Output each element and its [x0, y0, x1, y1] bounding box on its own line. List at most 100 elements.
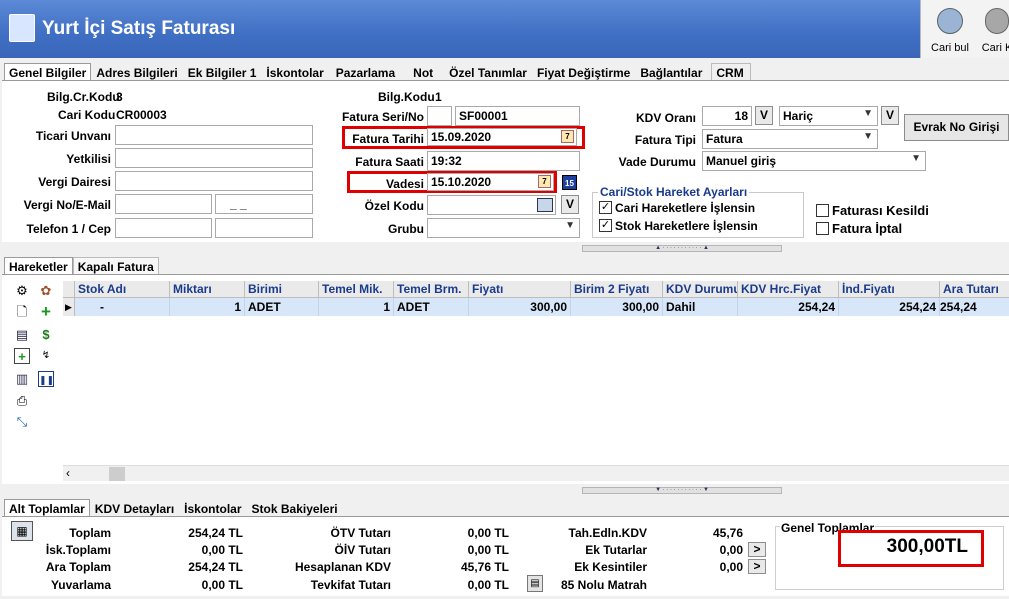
vade-durumu-label: Vade Durumu [618, 155, 696, 169]
fatura-saati-input[interactable]: 19:32 [427, 151, 580, 171]
cell-miktari[interactable]: 1 [170, 298, 245, 316]
toolbar: Cari bul Cari K [920, 0, 1009, 58]
otv-label: ÖTV Tutarı [330, 526, 391, 540]
cell-temel-brm[interactable]: ADET [394, 298, 469, 316]
col-ind-fiyati[interactable]: İnd.Fiyatı [839, 281, 940, 298]
add-row-icon[interactable]: + [14, 348, 30, 364]
fatura-no-input[interactable]: SF00001 [455, 106, 580, 126]
cell-ara-tutari[interactable]: 254,24 [940, 298, 1009, 316]
gear-icon[interactable]: ⚙ [14, 283, 30, 299]
cari-k-button[interactable]: Cari K [977, 4, 1009, 56]
tevkifat-detail-icon[interactable]: ▤ [527, 575, 543, 592]
oiv-value: 0,00 TL [467, 543, 509, 557]
cell-temel-mik[interactable]: 1 [319, 298, 394, 316]
yuvarlama-label: Yuvarlama [50, 578, 111, 592]
link-icon[interactable]: ⤡ [14, 414, 30, 430]
ozel-kodu-input[interactable] [427, 195, 556, 215]
col-temel-mik[interactable]: Temel Mik. [319, 281, 394, 298]
new-document-icon[interactable]: 🗋 [14, 304, 30, 320]
toplam-label: Toplam [69, 526, 111, 540]
kdv-type-select[interactable]: Hariç ▼ [779, 106, 878, 126]
print-icon[interactable]: ⎙ [14, 393, 30, 409]
cell-birim2-fiyati[interactable]: 300,00 [571, 298, 663, 316]
cell-kdv-hrc-fiyat[interactable]: 254,24 [738, 298, 839, 316]
col-birim2-fiyati[interactable]: Birim 2 Fiyatı [571, 281, 663, 298]
col-kdv-durumu[interactable]: KDV Durumu [663, 281, 738, 298]
stok-hareket-checkbox[interactable]: ✓ [599, 219, 612, 232]
yetkilisi-input[interactable] [115, 148, 313, 168]
grubu-select[interactable]: ▼ [427, 218, 580, 238]
splitter-bottom[interactable]: ▼ · · · · · · · · · · · ▼ [582, 487, 782, 494]
cell-stok-adi[interactable]: - [75, 298, 170, 316]
faturasi-kesildi-checkbox[interactable] [816, 204, 829, 217]
vadesi-label: Vadesi [385, 177, 424, 191]
scroll-left-icon[interactable]: ‹ [66, 466, 70, 480]
cell-fiyati[interactable]: 300,00 [469, 298, 571, 316]
kdv-orani-input[interactable]: 18 [702, 106, 752, 126]
col-ara-tutari[interactable]: Ara Tutarı [940, 281, 1009, 298]
evrak-no-button[interactable]: Evrak No Girişi [904, 114, 1009, 141]
email-input[interactable]: _ _ [215, 194, 313, 214]
cell-birimi[interactable]: ADET [245, 298, 319, 316]
ek-kesintiler-value: 0,00 [719, 560, 743, 574]
col-stok-adi[interactable]: Stok Adı [75, 281, 170, 298]
ticari-unvani-input[interactable] [115, 125, 313, 145]
yetkilisi-label: Yetkilisi [66, 152, 111, 166]
oiv-label: ÖİV Tutarı [334, 543, 391, 557]
vergi-no-input[interactable] [115, 194, 212, 214]
document-icon[interactable]: ▤ [14, 327, 30, 343]
stok-hareket-label: Stok Hareketlere İşlensin [615, 219, 758, 233]
date-15-button[interactable]: 15 [562, 175, 577, 190]
vergi-dairesi-label: Vergi Dairesi [38, 175, 111, 189]
sort-icon[interactable]: ↯ [38, 348, 54, 364]
dollar-icon[interactable]: $ [38, 327, 54, 343]
pause-icon[interactable]: ❚❚ [38, 371, 54, 387]
fatura-tipi-select[interactable]: Fatura ▼ [702, 129, 878, 149]
cell-kdv-durumu[interactable]: Dahil [663, 298, 738, 316]
ek-tutarlar-button[interactable]: > [748, 542, 766, 557]
col-kdv-hrc-fiyat[interactable]: KDV Hrc.Fiyat [738, 281, 839, 298]
hesaplanan-kdv-label: Hesaplanan KDV [294, 560, 391, 574]
horizontal-scrollbar[interactable]: ‹ [63, 465, 1009, 481]
col-birimi[interactable]: Birimi [245, 281, 319, 298]
telefon-label: Telefon 1 / Cep [26, 222, 111, 236]
chevron-down-icon: ▼ [863, 108, 873, 119]
fatura-tarihi-input[interactable]: 15.09.2020 7 [427, 128, 577, 146]
vade-durumu-select[interactable]: Manuel giriş ▼ [702, 151, 926, 171]
col-fiyati[interactable]: Fiyatı [469, 281, 571, 298]
vadesi-input[interactable]: 15.10.2020 7 [427, 173, 554, 191]
fatura-iptal-checkbox[interactable] [816, 222, 829, 235]
fatura-seri-input[interactable] [427, 106, 452, 126]
cari-hareket-checkbox[interactable]: ✓ [599, 201, 612, 214]
genel-toplam-value: 300,00TL [886, 536, 968, 557]
fatura-tipi-value: Fatura [706, 132, 743, 146]
ek-kesintiler-label: Ek Kesintiler [574, 560, 647, 574]
ozel-kodu-v-button[interactable]: V [561, 195, 579, 214]
calendar-day-2: 7 [542, 177, 547, 186]
vergi-dairesi-input[interactable] [115, 171, 313, 191]
splitter-top[interactable]: ▲ · · · · · · · · · · · ▲ [582, 245, 782, 252]
tevkifat-value: 0,00 TL [467, 578, 509, 592]
cari-bul-button[interactable]: Cari bul [927, 4, 973, 56]
col-temel-brm[interactable]: Temel Brm. [394, 281, 469, 298]
user-icon [985, 8, 1009, 34]
lookup-icon[interactable] [537, 198, 553, 212]
kdv-orani-v-button[interactable]: V [755, 106, 773, 125]
col-miktari[interactable]: Miktarı [170, 281, 245, 298]
tah-edln-kdv-value: 45,76 [712, 526, 743, 540]
add-icon[interactable]: + [38, 303, 54, 320]
cari-kodu-value: CR00003 [116, 108, 167, 122]
scroll-thumb[interactable] [109, 467, 125, 481]
kdv-type-v-button[interactable]: V [881, 106, 899, 125]
copy-icon[interactable]: ▥ [14, 371, 30, 387]
telefon-input[interactable] [115, 218, 212, 238]
calendar-icon[interactable]: 7 [538, 175, 551, 188]
ek-kesintiler-button[interactable]: > [748, 559, 766, 574]
settings-icon[interactable]: ✿ [38, 283, 54, 299]
calendar-icon[interactable]: 7 [561, 130, 574, 143]
chevron-down-icon: ▼ [565, 220, 575, 231]
cep-input[interactable] [215, 218, 313, 238]
isk-toplami-value: 0,00 TL [201, 543, 243, 557]
cari-bul-label: Cari bul [931, 42, 969, 54]
cell-ind-fiyati[interactable]: 254,24 [839, 298, 940, 316]
